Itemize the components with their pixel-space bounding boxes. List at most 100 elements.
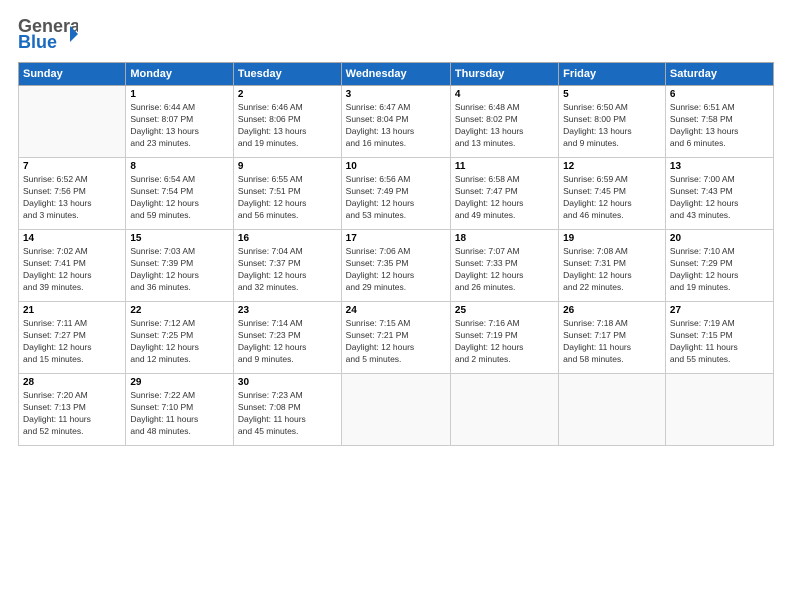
- day-number: 1: [130, 89, 229, 100]
- calendar-cell: 14 Sunrise: 7:02 AM Sunset: 7:41 PM Dayli…: [19, 230, 126, 302]
- calendar-page: GeneralBlue SundayMondayTuesdayWednesday…: [0, 0, 792, 612]
- day-number: 18: [455, 233, 554, 244]
- logo-icon: GeneralBlue: [18, 16, 78, 52]
- calendar-cell: 2Sunrise: 6:46 AM Sunset: 8:06 PM Daylig…: [233, 86, 341, 158]
- day-number: 10: [346, 161, 446, 172]
- day-number: 20: [670, 233, 769, 244]
- day-number: 11: [455, 161, 554, 172]
- calendar-cell: 11 Sunrise: 6:58 AM Sunset: 7:47 PM Dayli…: [450, 158, 558, 230]
- day-number: 16: [238, 233, 337, 244]
- calendar-cell: [559, 374, 666, 446]
- day-number: 5: [563, 89, 661, 100]
- day-detail: Sunrise: 6:58 AM Sunset: 7:47 PM Dayligh…: [455, 174, 554, 222]
- day-number: 4: [455, 89, 554, 100]
- day-number: 8: [130, 161, 229, 172]
- day-detail: Sunrise: 7:12 AM Sunset: 7:25 PM Dayligh…: [130, 318, 229, 366]
- calendar-week-4: 21 Sunrise: 7:11 AM Sunset: 7:27 PM Dayli…: [19, 302, 774, 374]
- calendar-cell: 19 Sunrise: 7:08 AM Sunset: 7:31 PM Dayli…: [559, 230, 666, 302]
- day-number: 21: [23, 305, 121, 316]
- day-number: 27: [670, 305, 769, 316]
- day-number: 12: [563, 161, 661, 172]
- calendar-cell: 4 Sunrise: 6:48 AM Sunset: 8:02 PM Daylig…: [450, 86, 558, 158]
- day-detail: Sunrise: 6:50 AM Sunset: 8:00 PM Dayligh…: [563, 102, 661, 150]
- day-detail: Sunrise: 7:15 AM Sunset: 7:21 PM Dayligh…: [346, 318, 446, 366]
- day-detail: Sunrise: 7:19 AM Sunset: 7:15 PM Dayligh…: [670, 318, 769, 366]
- calendar-cell: 21 Sunrise: 7:11 AM Sunset: 7:27 PM Dayli…: [19, 302, 126, 374]
- day-detail: Sunrise: 7:10 AM Sunset: 7:29 PM Dayligh…: [670, 246, 769, 294]
- day-detail: Sunrise: 7:02 AM Sunset: 7:41 PM Dayligh…: [23, 246, 121, 294]
- calendar-cell: 12Sunrise: 6:59 AM Sunset: 7:45 PM Dayli…: [559, 158, 666, 230]
- calendar-cell: 15Sunrise: 7:03 AM Sunset: 7:39 PM Dayli…: [126, 230, 234, 302]
- day-detail: Sunrise: 7:23 AM Sunset: 7:08 PM Dayligh…: [238, 390, 337, 438]
- calendar-cell: 8 Sunrise: 6:54 AM Sunset: 7:54 PM Daylig…: [126, 158, 234, 230]
- day-number: 7: [23, 161, 121, 172]
- day-detail: Sunrise: 6:48 AM Sunset: 8:02 PM Dayligh…: [455, 102, 554, 150]
- day-detail: Sunrise: 6:52 AM Sunset: 7:56 PM Dayligh…: [23, 174, 121, 222]
- day-detail: Sunrise: 7:00 AM Sunset: 7:43 PM Dayligh…: [670, 174, 769, 222]
- weekday-header-friday: Friday: [559, 63, 666, 86]
- calendar-cell: [450, 374, 558, 446]
- calendar-cell: 3Sunrise: 6:47 AM Sunset: 8:04 PM Daylig…: [341, 86, 450, 158]
- day-detail: Sunrise: 6:54 AM Sunset: 7:54 PM Dayligh…: [130, 174, 229, 222]
- svg-text:Blue: Blue: [18, 32, 57, 52]
- day-number: 30: [238, 377, 337, 388]
- calendar-cell: 13 Sunrise: 7:00 AM Sunset: 7:43 PM Dayli…: [665, 158, 773, 230]
- calendar-cell: 18 Sunrise: 7:07 AM Sunset: 7:33 PM Dayli…: [450, 230, 558, 302]
- calendar-cell: 6 Sunrise: 6:51 AM Sunset: 7:58 PM Daylig…: [665, 86, 773, 158]
- calendar-cell: 20 Sunrise: 7:10 AM Sunset: 7:29 PM Dayli…: [665, 230, 773, 302]
- day-number: 13: [670, 161, 769, 172]
- calendar-cell: 7 Sunrise: 6:52 AM Sunset: 7:56 PM Daylig…: [19, 158, 126, 230]
- day-detail: Sunrise: 7:14 AM Sunset: 7:23 PM Dayligh…: [238, 318, 337, 366]
- calendar-table: SundayMondayTuesdayWednesdayThursdayFrid…: [18, 62, 774, 446]
- day-detail: Sunrise: 7:20 AM Sunset: 7:13 PM Dayligh…: [23, 390, 121, 438]
- day-detail: Sunrise: 7:07 AM Sunset: 7:33 PM Dayligh…: [455, 246, 554, 294]
- calendar-cell: 29 Sunrise: 7:22 AM Sunset: 7:10 PM Dayli…: [126, 374, 234, 446]
- calendar-cell: 24 Sunrise: 7:15 AM Sunset: 7:21 PM Dayli…: [341, 302, 450, 374]
- calendar-cell: 17 Sunrise: 7:06 AM Sunset: 7:35 PM Dayli…: [341, 230, 450, 302]
- day-number: 24: [346, 305, 446, 316]
- calendar-cell: 30 Sunrise: 7:23 AM Sunset: 7:08 PM Dayli…: [233, 374, 341, 446]
- calendar-week-2: 7 Sunrise: 6:52 AM Sunset: 7:56 PM Daylig…: [19, 158, 774, 230]
- calendar-cell: 25 Sunrise: 7:16 AM Sunset: 7:19 PM Dayli…: [450, 302, 558, 374]
- page-header: GeneralBlue: [18, 16, 774, 52]
- day-number: 26: [563, 305, 661, 316]
- calendar-cell: 23Sunrise: 7:14 AM Sunset: 7:23 PM Dayli…: [233, 302, 341, 374]
- day-detail: Sunrise: 6:56 AM Sunset: 7:49 PM Dayligh…: [346, 174, 446, 222]
- day-detail: Sunrise: 7:03 AM Sunset: 7:39 PM Dayligh…: [130, 246, 229, 294]
- calendar-cell: [341, 374, 450, 446]
- weekday-header-row: SundayMondayTuesdayWednesdayThursdayFrid…: [19, 63, 774, 86]
- day-detail: Sunrise: 7:06 AM Sunset: 7:35 PM Dayligh…: [346, 246, 446, 294]
- calendar-week-3: 14 Sunrise: 7:02 AM Sunset: 7:41 PM Dayli…: [19, 230, 774, 302]
- calendar-cell: 22 Sunrise: 7:12 AM Sunset: 7:25 PM Dayli…: [126, 302, 234, 374]
- calendar-cell: 5 Sunrise: 6:50 AM Sunset: 8:00 PM Daylig…: [559, 86, 666, 158]
- day-detail: Sunrise: 7:04 AM Sunset: 7:37 PM Dayligh…: [238, 246, 337, 294]
- day-number: 2: [238, 89, 337, 100]
- weekday-header-sunday: Sunday: [19, 63, 126, 86]
- calendar-cell: 9Sunrise: 6:55 AM Sunset: 7:51 PM Daylig…: [233, 158, 341, 230]
- day-detail: Sunrise: 7:22 AM Sunset: 7:10 PM Dayligh…: [130, 390, 229, 438]
- day-number: 25: [455, 305, 554, 316]
- calendar-cell: 28Sunrise: 7:20 AM Sunset: 7:13 PM Dayli…: [19, 374, 126, 446]
- day-detail: Sunrise: 7:16 AM Sunset: 7:19 PM Dayligh…: [455, 318, 554, 366]
- calendar-body: 1 Sunrise: 6:44 AM Sunset: 8:07 PM Daylig…: [19, 86, 774, 446]
- day-number: 9: [238, 161, 337, 172]
- day-detail: Sunrise: 6:51 AM Sunset: 7:58 PM Dayligh…: [670, 102, 769, 150]
- calendar-cell: 26Sunrise: 7:18 AM Sunset: 7:17 PM Dayli…: [559, 302, 666, 374]
- day-number: 17: [346, 233, 446, 244]
- day-number: 14: [23, 233, 121, 244]
- day-detail: Sunrise: 7:08 AM Sunset: 7:31 PM Dayligh…: [563, 246, 661, 294]
- day-number: 29: [130, 377, 229, 388]
- day-detail: Sunrise: 6:47 AM Sunset: 8:04 PM Dayligh…: [346, 102, 446, 150]
- weekday-header-saturday: Saturday: [665, 63, 773, 86]
- calendar-week-1: 1 Sunrise: 6:44 AM Sunset: 8:07 PM Daylig…: [19, 86, 774, 158]
- calendar-cell: 27 Sunrise: 7:19 AM Sunset: 7:15 PM Dayli…: [665, 302, 773, 374]
- calendar-cell: [665, 374, 773, 446]
- day-number: 22: [130, 305, 229, 316]
- day-number: 6: [670, 89, 769, 100]
- day-detail: Sunrise: 6:44 AM Sunset: 8:07 PM Dayligh…: [130, 102, 229, 150]
- weekday-header-thursday: Thursday: [450, 63, 558, 86]
- day-detail: Sunrise: 7:11 AM Sunset: 7:27 PM Dayligh…: [23, 318, 121, 366]
- day-number: 19: [563, 233, 661, 244]
- calendar-header: SundayMondayTuesdayWednesdayThursdayFrid…: [19, 63, 774, 86]
- logo: GeneralBlue: [18, 16, 78, 52]
